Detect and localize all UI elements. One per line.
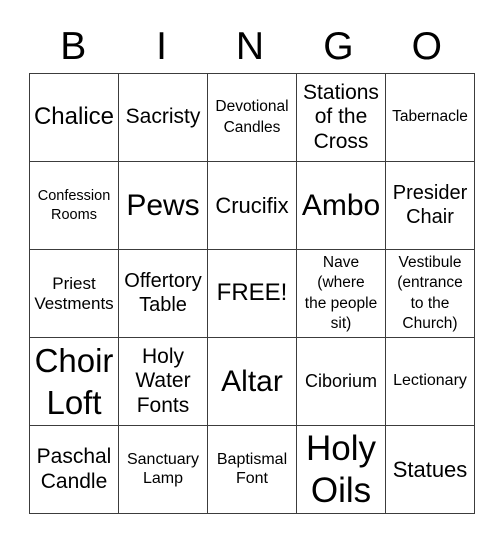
bingo-cell[interactable]: Chalice [29, 73, 119, 162]
cell-label: Altar [221, 364, 283, 398]
header-letter-g: G [323, 25, 354, 68]
bingo-cell[interactable]: Sacristy [118, 73, 208, 162]
cell-label: Holy Oils [305, 428, 377, 510]
bingo-cell[interactable]: Ciborium [296, 337, 386, 426]
cell-label: Offertory Table [124, 270, 202, 316]
bingo-cell[interactable]: Vestibule (entrance to the Church) [385, 249, 475, 338]
cell-label: Sacristy [125, 105, 201, 129]
bingo-cell[interactable]: Holy Oils [296, 425, 386, 514]
bingo-header: B I N G O [29, 22, 471, 72]
bingo-cell[interactable]: Choir Loft [29, 337, 119, 426]
bingo-grid: Chalice Sacristy Devotional Candles Stat… [29, 73, 475, 514]
cell-label: Nave (where the people sit) [304, 254, 378, 332]
bingo-cell[interactable]: Pews [118, 161, 208, 250]
bingo-cell[interactable]: Ambo [296, 161, 386, 250]
bingo-cell[interactable]: Nave (where the people sit) [296, 249, 386, 338]
grid-row: Priest Vestments Offertory Table FREE! N… [29, 249, 475, 338]
cell-label: Ambo [301, 188, 381, 222]
cell-label: Stations of the Cross [303, 80, 379, 153]
cell-label: Pews [126, 188, 200, 222]
cell-label: Holy Water Fonts [135, 344, 191, 417]
bingo-cell[interactable]: Confession Rooms [29, 161, 119, 250]
header-letter-i: I [156, 25, 167, 68]
cell-label: Devotional Candles [215, 98, 289, 136]
cell-label: Confession Rooms [37, 187, 111, 223]
bingo-cell[interactable]: Lectionary [385, 337, 475, 426]
cell-label: Tabernacle [392, 108, 468, 126]
header-letter-b: B [60, 25, 87, 68]
cell-label: Choir Loft [34, 342, 114, 421]
bingo-cell[interactable]: Stations of the Cross [296, 73, 386, 162]
bingo-cell[interactable]: Holy Water Fonts [118, 337, 208, 426]
cell-label: Crucifix [215, 192, 289, 218]
bingo-cell[interactable]: Statues [385, 425, 475, 514]
cell-label: Statues [392, 456, 468, 482]
bingo-cell[interactable]: Sanctuary Lamp [118, 425, 208, 514]
header-letter-o: O [411, 25, 442, 68]
bingo-cell[interactable]: Priest Vestments [29, 249, 119, 338]
bingo-cell[interactable]: Offertory Table [118, 249, 208, 338]
cell-label: Priest Vestments [34, 273, 114, 313]
cell-label: Lectionary [393, 372, 467, 390]
bingo-cell[interactable]: Paschal Candle [29, 425, 119, 514]
bingo-cell free-space[interactable]: FREE! [207, 249, 297, 338]
bingo-cell[interactable]: Altar [207, 337, 297, 426]
cell-label: Sanctuary Lamp [126, 450, 200, 487]
bingo-cell[interactable]: Crucifix [207, 161, 297, 250]
grid-row: Choir Loft Holy Water Fonts Altar Cibori… [29, 337, 475, 426]
cell-label: Chalice [33, 103, 115, 131]
cell-label: Ciborium [304, 370, 378, 391]
grid-row: Confession Rooms Pews Crucifix Ambo Pres… [29, 161, 475, 250]
bingo-cell[interactable]: Tabernacle [385, 73, 475, 162]
header-letter-n: N [235, 25, 265, 68]
grid-row: Paschal Candle Sanctuary Lamp Baptismal … [29, 425, 475, 514]
cell-label: Paschal Candle [36, 444, 112, 493]
cell-label: Vestibule (entrance to the Church) [397, 254, 463, 332]
grid-row: Chalice Sacristy Devotional Candles Stat… [29, 73, 475, 162]
cell-label: Baptismal Font [216, 450, 288, 487]
bingo-cell[interactable]: Devotional Candles [207, 73, 297, 162]
bingo-cell[interactable]: Baptismal Font [207, 425, 297, 514]
cell-label: FREE! [216, 279, 288, 307]
bingo-cell[interactable]: Presider Chair [385, 161, 475, 250]
cell-label: Presider Chair [392, 182, 468, 228]
